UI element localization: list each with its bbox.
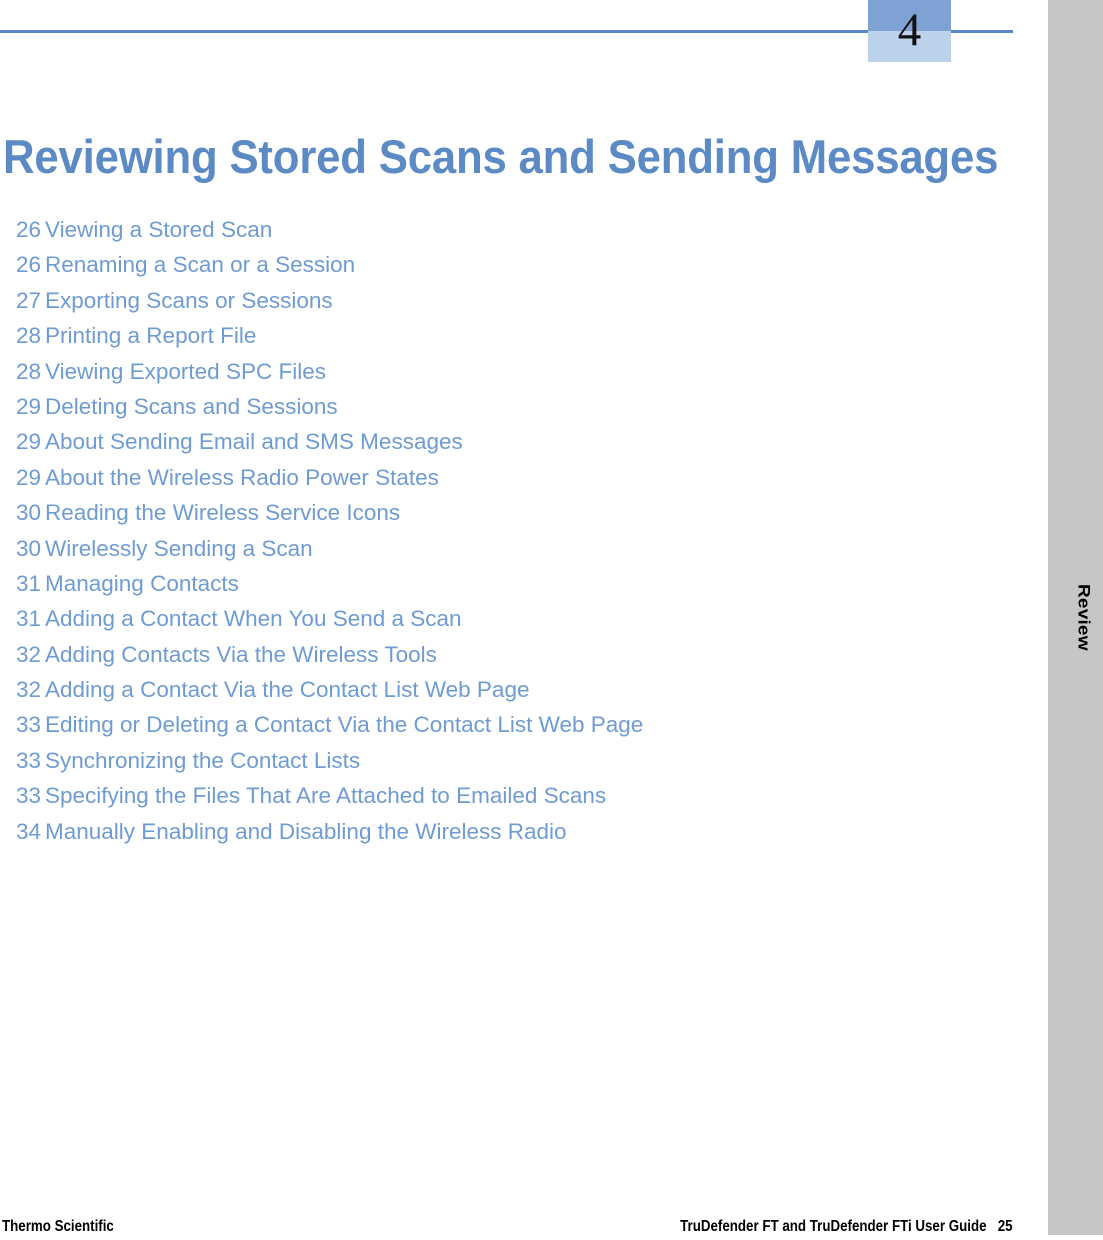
toc-entry-label: Printing a Report File <box>45 323 257 349</box>
side-thumb-tab-label-wrap: Review <box>1048 0 1103 1235</box>
toc-entry[interactable]: 26 Renaming a Scan or a Session <box>0 247 1030 282</box>
toc-entry-page: 27 <box>16 287 42 313</box>
toc-entry-label: Editing or Deleting a Contact Via the Co… <box>45 712 644 738</box>
toc-entry-label: Manually Enabling and Disabling the Wire… <box>45 818 567 844</box>
toc-entry-label: Viewing Exported SPC Files <box>45 358 326 384</box>
page-title: Reviewing Stored Scans and Sending Messa… <box>3 130 999 184</box>
toc-entry-label: Managing Contacts <box>45 570 239 596</box>
toc-entry[interactable]: 28 Printing a Report File <box>0 318 1030 353</box>
toc-entry[interactable]: 29 Deleting Scans and Sessions <box>0 389 1030 424</box>
chapter-number: 4 <box>897 3 922 56</box>
toc-entry[interactable]: 34 Manually Enabling and Disabling the Wi… <box>0 814 1030 849</box>
toc-entry-page: 28 <box>16 323 42 349</box>
toc-entry-page: 32 <box>16 641 42 667</box>
header-rule <box>0 30 1013 33</box>
page-footer: Thermo Scientific TruDefender FT and Tru… <box>0 1218 1013 1240</box>
toc-entry[interactable]: 26 Viewing a Stored Scan <box>0 212 1030 247</box>
toc-entry-page: 29 <box>16 429 42 455</box>
toc-entry-page: 30 <box>16 535 42 561</box>
toc-entry-page: 28 <box>16 358 42 384</box>
side-thumb-tab-label: Review <box>1073 584 1092 651</box>
chapter-toc: 26 Viewing a Stored Scan 26 Renaming a Scan… <box>0 212 1030 849</box>
toc-entry-label: Adding a Contact Via the Contact List We… <box>45 677 530 703</box>
toc-entry-page: 31 <box>16 570 42 596</box>
toc-entry[interactable]: 29 About the Wireless Radio Power States <box>0 460 1030 495</box>
toc-entry-page: 31 <box>16 606 42 632</box>
toc-entry-label: Adding Contacts Via the Wireless Tools <box>45 641 437 667</box>
toc-entry-page: 33 <box>16 783 42 809</box>
toc-entry-page: 29 <box>16 393 42 419</box>
toc-entry-label: Renaming a Scan or a Session <box>45 252 356 278</box>
toc-entry-page: 33 <box>16 712 42 738</box>
toc-entry-label: Deleting Scans and Sessions <box>45 393 338 419</box>
footer-guide-title: TruDefender FT and TruDefender FTi User … <box>680 1218 987 1235</box>
toc-entry[interactable]: 32 Adding a Contact Via the Contact List … <box>0 672 1030 707</box>
toc-entry-label: Synchronizing the Contact Lists <box>45 747 361 773</box>
toc-entry-page: 32 <box>16 677 42 703</box>
toc-entry-label: Viewing a Stored Scan <box>45 217 273 242</box>
toc-entry[interactable]: 33 Editing or Deleting a Contact Via the … <box>0 707 1030 742</box>
toc-entry[interactable]: 33 Synchronizing the Contact Lists <box>0 743 1030 778</box>
footer-page-number: 25 <box>998 1218 1013 1235</box>
toc-entry-page: 30 <box>16 500 42 526</box>
footer-right-group: TruDefender FT and TruDefender FTi User … <box>681 1218 1013 1236</box>
toc-entry[interactable]: 28 Viewing Exported SPC Files <box>0 354 1030 389</box>
toc-entry[interactable]: 31 Managing Contacts <box>0 566 1030 601</box>
toc-entry-label: Adding a Contact When You Send a Scan <box>45 606 462 632</box>
toc-entry-label: Specifying the Files That Are Attached t… <box>45 783 607 809</box>
toc-entry[interactable]: 30 Reading the Wireless Service Icons <box>0 495 1030 530</box>
toc-entry-label: About the Wireless Radio Power States <box>45 464 439 490</box>
toc-entry-label: Exporting Scans or Sessions <box>45 287 333 313</box>
toc-entry-page: 33 <box>16 747 42 773</box>
toc-entry[interactable]: 30 Wirelessly Sending a Scan <box>0 531 1030 566</box>
toc-entry[interactable]: 27 Exporting Scans or Sessions <box>0 283 1030 318</box>
toc-entry[interactable]: 33 Specifying the Files That Are Attached… <box>0 778 1030 813</box>
toc-entry-label: Reading the Wireless Service Icons <box>45 500 401 526</box>
toc-entry-page: 29 <box>16 464 42 490</box>
toc-entry[interactable]: 29 About Sending Email and SMS Messages <box>0 424 1030 459</box>
toc-entry-label: Wirelessly Sending a Scan <box>45 535 313 561</box>
toc-entry-page: 26 <box>16 217 42 242</box>
toc-entry[interactable]: 32 Adding Contacts Via the Wireless Tools <box>0 637 1030 672</box>
toc-entry-page: 34 <box>16 818 42 844</box>
toc-entry-label: About Sending Email and SMS Messages <box>45 429 463 455</box>
toc-entry-page: 26 <box>16 252 42 278</box>
toc-entry[interactable]: 31 Adding a Contact When You Send a Scan <box>0 601 1030 636</box>
chapter-number-badge: 4 <box>868 0 951 62</box>
side-thumb-tab: Review <box>1048 0 1103 1235</box>
footer-company: Thermo Scientific <box>2 1218 114 1235</box>
